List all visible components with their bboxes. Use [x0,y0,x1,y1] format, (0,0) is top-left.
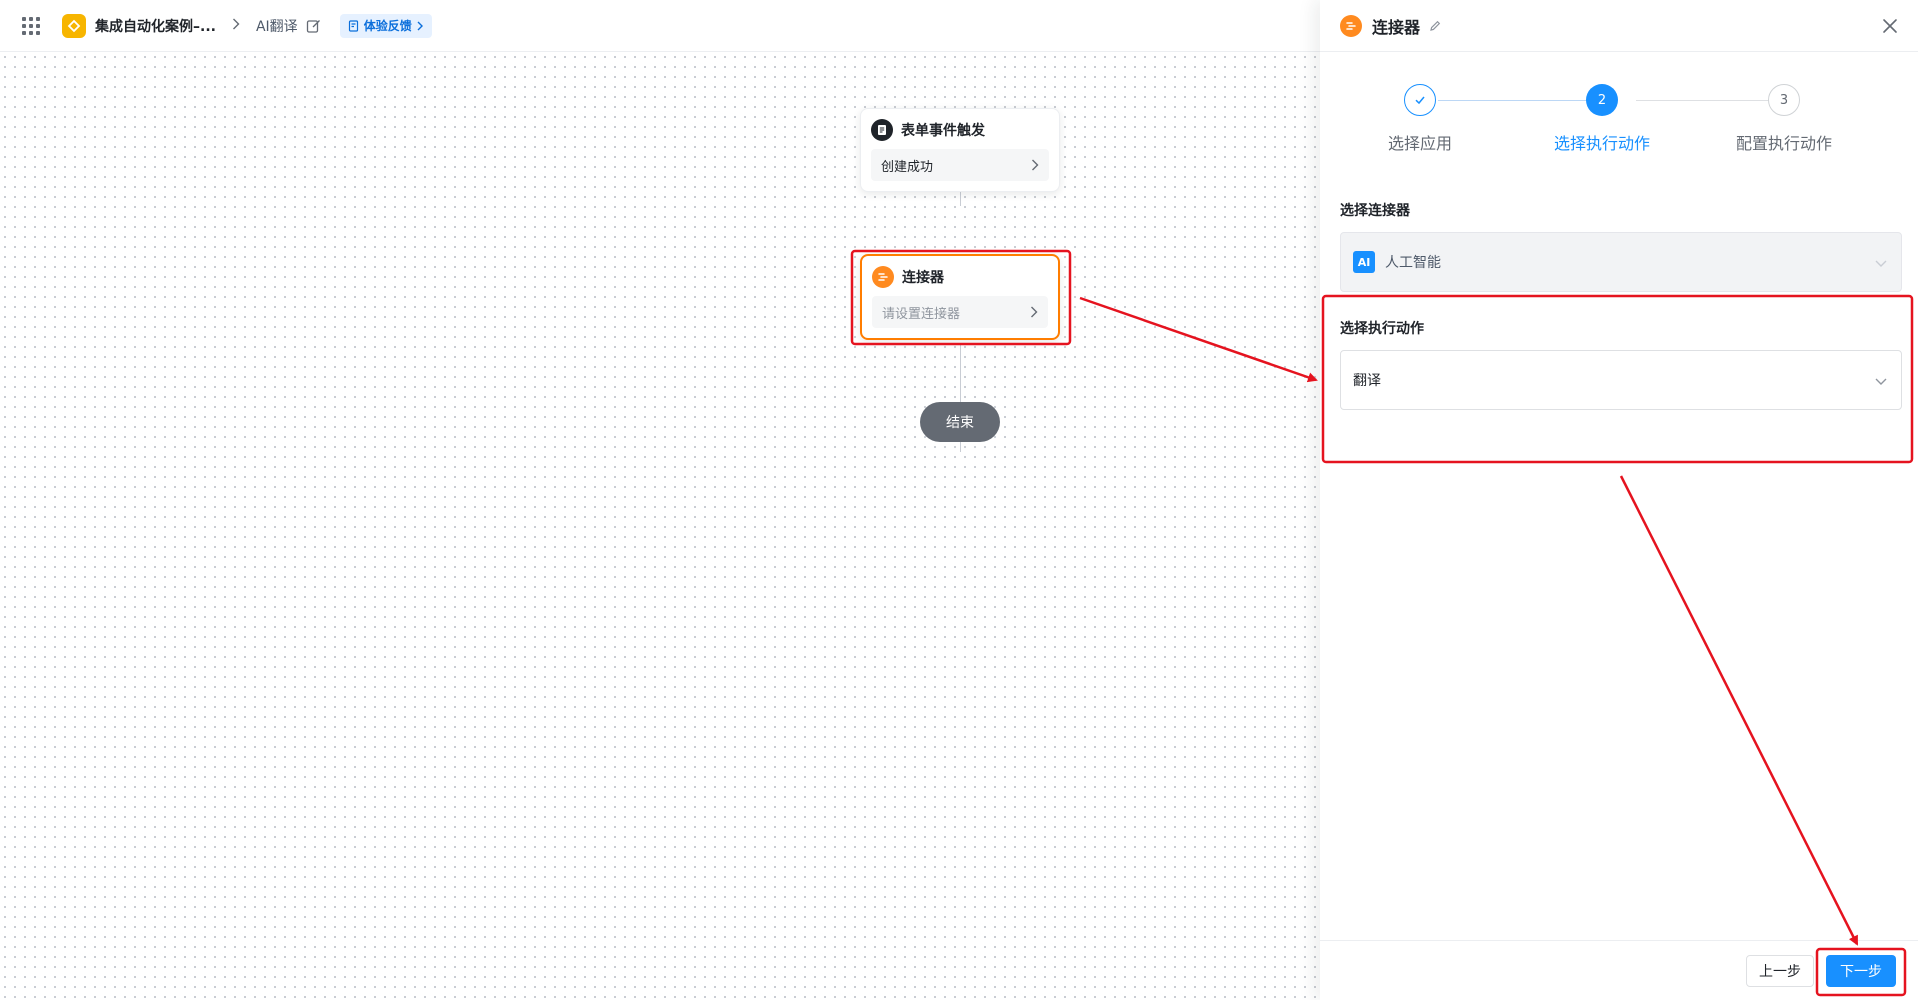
step-1-label: 选择应用 [1387,134,1452,153]
chevron-down-icon [1875,260,1887,267]
connector-icon [1340,14,1362,37]
breadcrumb-chevron-icon [232,18,240,34]
flow-name: AI翻译 [255,18,298,35]
chevron-right-icon [1032,159,1039,171]
step-1[interactable]: 选择应用 [1340,84,1500,154]
app-name[interactable]: 集成自动化案例–... [95,16,216,36]
trigger-node[interactable]: 表单事件触发 创建成功 [860,108,1060,192]
rename-pencil-icon[interactable] [1428,19,1442,33]
panel-title: 连接器 [1372,17,1421,37]
step-3[interactable]: 3 配置执行动作 [1704,84,1864,154]
feedback-icon [348,19,358,32]
action-select[interactable]: 翻译 [1340,350,1902,410]
form-icon [871,119,893,141]
connector-select-value: 人工智能 [1385,255,1441,271]
trigger-node-title: 表单事件触发 [901,123,985,139]
close-icon[interactable] [1878,14,1902,38]
edit-name-icon[interactable] [306,18,322,34]
end-node[interactable]: 结束 [920,402,1000,442]
panel-footer: 上一步 下一步 [1320,940,1918,1000]
panel-header: 连接器 [1320,0,1918,52]
connector-node-placeholder: 请设置连接器 [882,306,961,322]
chevron-down-icon [1875,378,1887,385]
top-bar: 集成自动化案例–... AI翻译 体验反馈 [0,0,1320,52]
next-step-button[interactable]: 下一步 [1826,955,1896,987]
action-field-label: 选择执行动作 [1340,321,1424,337]
connector-node[interactable]: 连接器 请设置连接器 [860,254,1060,340]
app-root: 集成自动化案例–... AI翻译 体验反馈 表单事件触发 创建成功 连接器 请设… [0,0,1918,1000]
connector-config-panel: 连接器 选择应用 2 选择执行动作 3 配置执行动作 选择连接器 AI 人工智能… [1320,0,1918,1000]
trigger-node-value: 创建成功 [881,159,934,175]
action-select-value: 翻译 [1353,373,1381,389]
connector-icon [872,266,894,288]
prev-step-button[interactable]: 上一步 [1746,955,1814,987]
check-icon [1404,84,1436,116]
step-2[interactable]: 2 选择执行动作 [1522,84,1682,154]
connector-select[interactable]: AI 人工智能 [1340,232,1902,292]
connector-node-setting[interactable]: 请设置连接器 [872,296,1048,328]
chevron-right-icon [1031,306,1038,318]
connector-node-title: 连接器 [902,270,944,286]
feedback-label: 体验反馈 [363,19,412,33]
step-2-index: 2 [1586,84,1618,116]
trigger-node-setting[interactable]: 创建成功 [871,149,1049,181]
step-3-index: 3 [1768,84,1800,116]
step-3-label: 配置执行动作 [1735,134,1832,153]
connector-field-label: 选择连接器 [1340,203,1410,219]
app-grid-icon[interactable] [22,16,40,35]
app-logo-icon [62,13,86,38]
ai-icon: AI [1353,251,1375,273]
flow-canvas[interactable]: 表单事件触发 创建成功 连接器 请设置连接器 结束 [0,52,1320,1000]
chevron-right-icon [417,21,423,30]
step-progress: 选择应用 2 选择执行动作 3 配置执行动作 [1320,52,1918,202]
step-2-label: 选择执行动作 [1553,134,1650,153]
feedback-button[interactable]: 体验反馈 [339,13,432,38]
